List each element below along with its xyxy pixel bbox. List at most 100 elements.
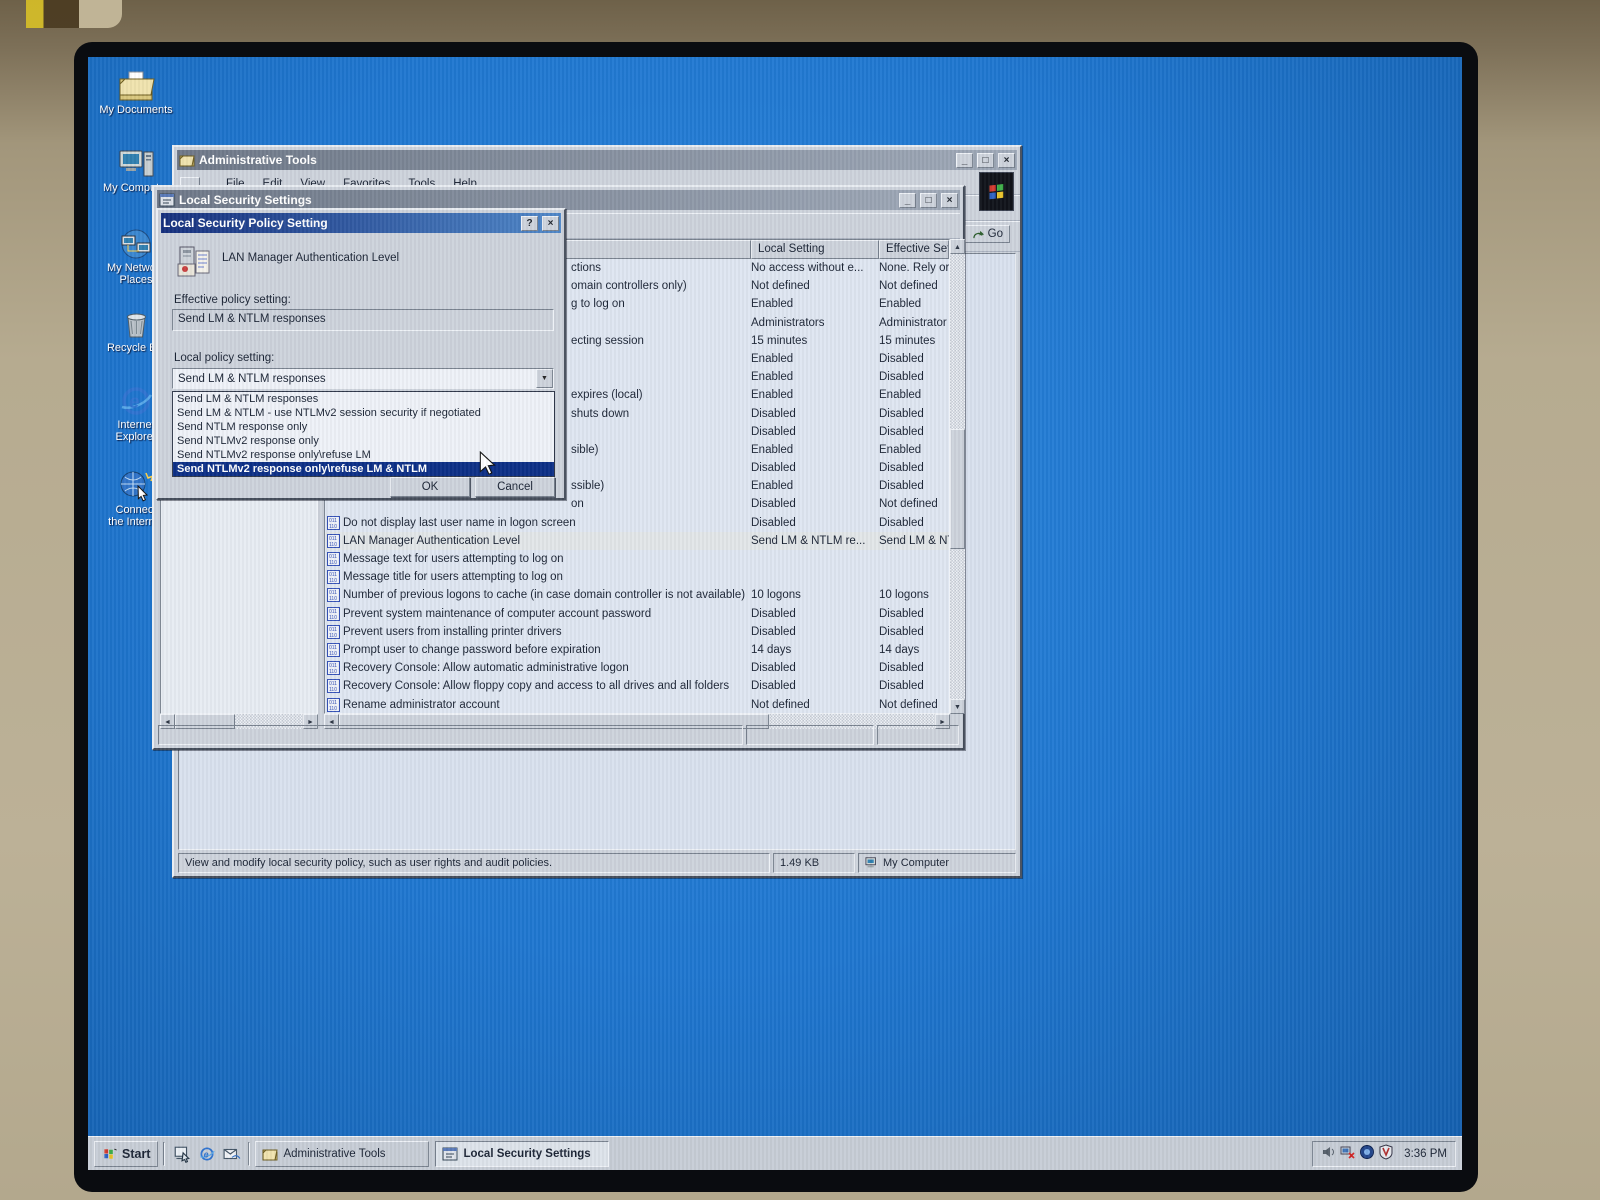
policy-icon: 011110 xyxy=(327,552,340,566)
clock: 3:36 PM xyxy=(1404,1148,1447,1160)
taskbar-separator xyxy=(163,1142,165,1166)
ok-button[interactable]: OK xyxy=(390,477,470,497)
local-setting-cell xyxy=(751,550,879,568)
effective-policy-label: Effective policy setting: xyxy=(174,294,291,306)
tray-network-orb-icon[interactable] xyxy=(1359,1144,1375,1163)
desktop[interactable]: My DocumentsMy ComputerMy Network Places… xyxy=(88,57,1462,1170)
lss-maximize-button[interactable]: □ xyxy=(920,193,937,208)
my-documents-icon xyxy=(117,70,155,102)
local-setting-cell: No access without e... xyxy=(751,259,879,277)
dialog-help-button[interactable]: ? xyxy=(521,216,538,231)
lss-window-title: Local Security Settings xyxy=(179,193,895,207)
column-effective-setting[interactable]: Effective Sett xyxy=(879,240,949,259)
policy-row[interactable]: 011110Message text for users attempting … xyxy=(325,550,949,568)
task-buttons: Administrative ToolsLocal Security Setti… xyxy=(255,1141,609,1167)
local-setting-cell xyxy=(751,568,879,586)
lss-minimize-button[interactable]: _ xyxy=(899,193,916,208)
local-setting-cell: Enabled xyxy=(751,350,879,368)
tray-network-disconnected-icon[interactable] xyxy=(1340,1144,1356,1163)
local-setting-cell: Not defined xyxy=(751,696,879,714)
effective-setting-cell: None. Rely or xyxy=(879,259,949,277)
policy-row[interactable]: 011110Prevent system maintenance of comp… xyxy=(325,605,949,623)
policy-row[interactable]: 011110Recovery Console: Allow automatic … xyxy=(325,659,949,677)
connect-internet-icon xyxy=(117,470,155,502)
policy-name-cell: 011110Prevent system maintenance of comp… xyxy=(325,605,751,623)
lss-status-cell-3 xyxy=(877,725,959,745)
effective-setting-cell: 10 logons xyxy=(879,586,949,604)
local-policy-combobox[interactable]: Send LM & NTLM responses ▼ xyxy=(172,368,554,389)
quick-launch-outlook-express-icon[interactable] xyxy=(220,1142,243,1165)
policy-row[interactable]: 011110Do not display last user name in l… xyxy=(325,514,949,532)
crt-frame: My DocumentsMy ComputerMy Network Places… xyxy=(74,42,1478,1192)
combobox-dropdown-button[interactable]: ▼ xyxy=(536,369,553,388)
effective-setting-cell: Disabled xyxy=(879,423,949,441)
lss-title-bar[interactable]: Local Security Settings _ □ × xyxy=(157,190,960,210)
lss-console-icon xyxy=(442,1146,458,1162)
admin-minimize-button[interactable]: _ xyxy=(956,153,973,168)
taskbar-button-administrative-tools[interactable]: Administrative Tools xyxy=(255,1141,429,1167)
start-button[interactable]: Start xyxy=(94,1141,158,1167)
policy-row[interactable]: 011110Message title for users attempting… xyxy=(325,568,949,586)
dialog-title-bar[interactable]: Local Security Policy Setting ? × xyxy=(161,213,561,233)
column-local-setting[interactable]: Local Setting xyxy=(751,240,879,259)
lss-status-cell-1 xyxy=(158,725,743,745)
policy-icon: 011110 xyxy=(327,570,340,584)
policy-name-cell: 011110Message title for users attempting… xyxy=(325,568,751,586)
cancel-button[interactable]: Cancel xyxy=(475,477,555,497)
policy-row[interactable]: 011110Rename administrator accountNot de… xyxy=(325,696,949,714)
quick-launch-show-desktop-icon[interactable] xyxy=(170,1142,193,1165)
combobox-value: Send LM & NTLM responses xyxy=(173,373,536,385)
effective-setting-cell: Enabled xyxy=(879,295,949,313)
internet-explorer-icon: e xyxy=(117,385,155,417)
windows-flag-icon xyxy=(102,1147,119,1161)
effective-setting-cell: Disabled xyxy=(879,623,949,641)
policy-row[interactable]: 011110Number of previous logons to cache… xyxy=(325,586,949,604)
svg-text:110: 110 xyxy=(329,560,337,566)
local-setting-cell: Not defined xyxy=(751,277,879,295)
tray-antivirus-shield-icon[interactable] xyxy=(1378,1144,1394,1163)
admin-maximize-button[interactable]: □ xyxy=(977,153,994,168)
svg-text:110: 110 xyxy=(329,633,337,639)
go-button[interactable]: Go xyxy=(965,225,1010,243)
admin-title-bar[interactable]: Administrative Tools _ □ × xyxy=(177,150,1017,170)
local-setting-cell: Disabled xyxy=(751,677,879,695)
local-setting-cell: Enabled xyxy=(751,295,879,313)
svg-text:110: 110 xyxy=(329,578,337,584)
dropdown-option[interactable]: Send LM & NTLM responses xyxy=(173,392,554,406)
admin-folder-icon xyxy=(262,1146,278,1162)
tray-volume-icon[interactable] xyxy=(1321,1144,1337,1163)
local-setting-cell: Administrators xyxy=(751,314,879,332)
dialog-local-security-policy-setting[interactable]: Local Security Policy Setting ? × LAN Ma… xyxy=(156,208,566,500)
admin-tools-window-icon xyxy=(179,152,195,168)
policy-icon: 011110 xyxy=(327,588,340,602)
policy-name-cell: 011110Message text for users attempting … xyxy=(325,550,751,568)
lss-close-button[interactable]: × xyxy=(941,193,958,208)
admin-close-button[interactable]: × xyxy=(998,153,1015,168)
my-computer-icon xyxy=(117,148,155,180)
policy-icon: 011110 xyxy=(327,679,340,693)
dropdown-option[interactable]: Send LM & NTLM - use NTLMv2 session secu… xyxy=(173,406,554,420)
local-setting-cell: 15 minutes xyxy=(751,332,879,350)
policy-row[interactable]: 011110Recovery Console: Allow floppy cop… xyxy=(325,677,949,695)
policy-list-vscrollbar[interactable]: ▲▼ xyxy=(950,239,965,714)
policy-icon: 011110 xyxy=(327,625,340,639)
policy-row[interactable]: 011110Prompt user to change password bef… xyxy=(325,641,949,659)
policy-name-cell: 011110LAN Manager Authentication Level xyxy=(325,532,751,550)
admin-status-zone: My Computer xyxy=(858,853,1016,873)
dropdown-option[interactable]: Send NTLMv2 response only xyxy=(173,434,554,448)
my-network-places-icon xyxy=(117,228,155,260)
desktop-icon-my-documents[interactable]: My Documents xyxy=(90,70,182,116)
policy-row[interactable]: 011110Prevent users from installing prin… xyxy=(325,623,949,641)
dialog-close-button[interactable]: × xyxy=(542,216,559,231)
effective-setting-cell: 14 days xyxy=(879,641,949,659)
policy-row[interactable]: 011110LAN Manager Authentication LevelSe… xyxy=(325,532,949,550)
admin-window-title: Administrative Tools xyxy=(199,153,952,167)
effective-setting-cell xyxy=(879,568,949,586)
quick-launch-internet-explorer-icon[interactable]: e xyxy=(195,1142,218,1165)
effective-setting-cell: Disabled xyxy=(879,514,949,532)
my-computer-small-icon xyxy=(865,856,879,870)
lss-status-cell-2 xyxy=(746,725,874,745)
taskbar-button-local-security-settings[interactable]: Local Security Settings xyxy=(435,1141,609,1167)
background-object xyxy=(26,0,122,28)
dropdown-option[interactable]: Send NTLM response only xyxy=(173,420,554,434)
